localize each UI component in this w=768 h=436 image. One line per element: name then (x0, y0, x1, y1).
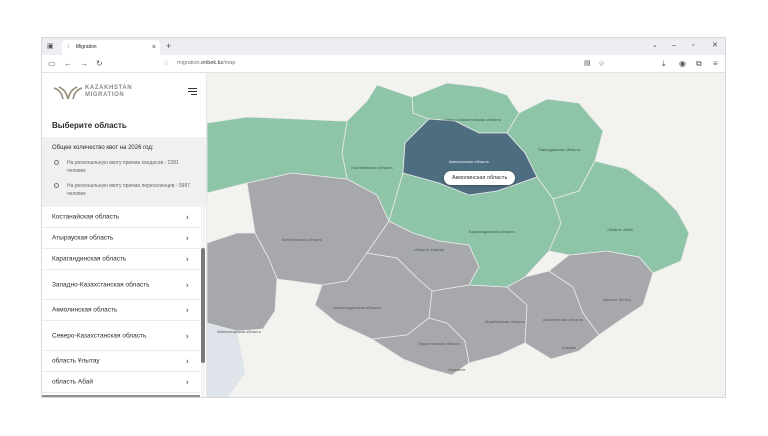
close-tab-icon[interactable]: × (152, 40, 156, 55)
region-item-north-kazakhstan[interactable]: Северо-Казахстанская область › (42, 321, 200, 351)
url-domain: enbek.kz (201, 60, 224, 66)
chevron-right-icon: › (186, 254, 189, 264)
region-item-karaganda[interactable]: Карагандинская область › (42, 249, 200, 270)
label-kyzylorda: Кызылординская область (333, 305, 381, 310)
quota-title: Общее количество квот на 2026 год: (52, 145, 154, 151)
label-aktobe: Актюбинская область (282, 237, 322, 242)
quota-panel: Общее количество квот на 2026 год: На ре… (42, 137, 206, 207)
region-label: Атырауская область (52, 234, 114, 242)
address-bar[interactable]: migration.enbek.kz/map (177, 59, 235, 68)
label-abai: область Абай (607, 227, 632, 232)
region-label: Акмолинская область (52, 306, 118, 314)
region-item-atyrau[interactable]: Атырауская область › (42, 228, 200, 249)
region-item-akmola[interactable]: Акмолинская область › (42, 300, 200, 321)
region-list: Костанайская область › Атырауская област… (42, 207, 200, 393)
region-item-abai[interactable]: область Абай › (42, 372, 200, 393)
reader-view-icon[interactable]: ▤ (584, 58, 591, 69)
region-label: Карагандинская область (52, 255, 127, 263)
region-label: Костанайская область (52, 213, 120, 221)
label-pavlodar: Павлодарская область (538, 147, 581, 152)
kazakhstan-map[interactable]: Северо-Казахстанская область Костанайска… (207, 73, 725, 398)
region-label: Северо-Казахстанская область (52, 332, 147, 339)
label-zhetisu: область Жетісу (603, 297, 631, 302)
tab-strip: ▣ ⌇ Migration × + ⌄ – ▫ ✕ (42, 38, 725, 55)
label-ulytau: область Ұлытау (414, 247, 443, 252)
tab-migration[interactable]: ⌇ Migration × (62, 40, 160, 55)
logo-icon (53, 86, 83, 100)
hamburger-menu-icon[interactable] (188, 86, 197, 95)
page-content: KAZAKHSTAN MIGRATION Выберите область Об… (42, 73, 725, 398)
label-turkestan: Туркестанская область (418, 341, 461, 346)
label-zhambyl: Жамбылская область (485, 319, 525, 324)
favicon-icon: ⌇ (67, 44, 70, 50)
region-label: область Ұлытау (52, 357, 100, 365)
sidebar-title: Выберите область (52, 121, 127, 130)
label-akmola: Акмолинская область (449, 159, 489, 164)
chevron-right-icon: › (186, 377, 189, 387)
extensions-icon[interactable]: ⧉ (696, 58, 702, 69)
tab-list-icon[interactable]: ▣ (47, 42, 54, 50)
chevron-right-icon: › (186, 305, 189, 315)
restore-icon[interactable]: ▫ (692, 41, 694, 51)
chevron-right-icon: › (186, 212, 189, 222)
chevron-right-icon: › (186, 331, 189, 340)
label-almaty-obl: Алматинская область (543, 317, 583, 322)
shield-icon[interactable]: ◌ (164, 58, 168, 69)
sidebar-bottom-bar (42, 395, 200, 397)
chevron-right-icon: › (186, 280, 189, 289)
browser-window: ▣ ⌇ Migration × + ⌄ – ▫ ✕ ▭ ← → ↻ ◌ migr… (41, 37, 726, 398)
region-item-ulytau[interactable]: область Ұлытау › (42, 351, 200, 372)
sidebar-toggle-icon[interactable]: ▭ (48, 58, 56, 69)
url-prefix: migration. (177, 60, 202, 66)
check-circle-icon (54, 160, 59, 165)
minimize-icon[interactable]: – (672, 41, 676, 51)
quota-kandas-text: На региональную квоту приема кандасов - … (67, 160, 179, 174)
download-icon[interactable]: ⤓ (662, 58, 666, 69)
region-label: область Абай (52, 378, 94, 386)
brand-line1: KAZAKHSTAN (85, 85, 133, 91)
tab-title: Migration (76, 44, 97, 50)
menu-icon[interactable]: ≡ (713, 58, 718, 69)
region-item-kostanay[interactable]: Костанайская область › (42, 207, 200, 228)
check-circle-icon (54, 183, 59, 188)
chevron-right-icon: › (186, 233, 189, 243)
region-item-west-kazakhstan[interactable]: Западно-Казахстанская область › (42, 270, 200, 300)
label-karaganda: Карагандинская область (469, 229, 515, 234)
bookmark-star-icon[interactable]: ☆ (598, 58, 605, 69)
map-tooltip: Акмолинская область (444, 171, 516, 185)
url-path: /map (223, 60, 236, 66)
label-shymkent: Шымкент (448, 367, 466, 372)
label-almaty: Алматы (562, 345, 577, 350)
sidebar: KAZAKHSTAN MIGRATION Выберите область Об… (42, 73, 207, 397)
chevron-right-icon: › (186, 356, 189, 366)
label-mangystau: Мангистауская область (217, 329, 261, 334)
label-sko: Северо-Казахстанская область (443, 117, 501, 122)
brand-name: KAZAKHSTAN MIGRATION (85, 85, 132, 99)
navigation-bar: ▭ ← → ↻ ◌ migration.enbek.kz/map ▤ ☆ ⤓ ◉… (42, 55, 725, 73)
forward-icon[interactable]: → (80, 58, 88, 69)
new-tab-icon[interactable]: + (166, 40, 171, 53)
reload-icon[interactable]: ↻ (96, 58, 103, 69)
region-label: Западно-Казахстанская область (52, 281, 150, 288)
chevron-down-icon[interactable]: ⌄ (652, 41, 658, 51)
account-icon[interactable]: ◉ (679, 58, 686, 69)
label-kostanay: Костанайская область (351, 165, 392, 170)
quota-settlers-text: На региональную квоту приема переселенце… (67, 183, 191, 197)
scrollbar-thumb[interactable] (201, 248, 205, 363)
back-icon[interactable]: ← (64, 58, 72, 69)
brand-line2: MIGRATION (85, 92, 125, 98)
close-window-icon[interactable]: ✕ (712, 41, 718, 51)
